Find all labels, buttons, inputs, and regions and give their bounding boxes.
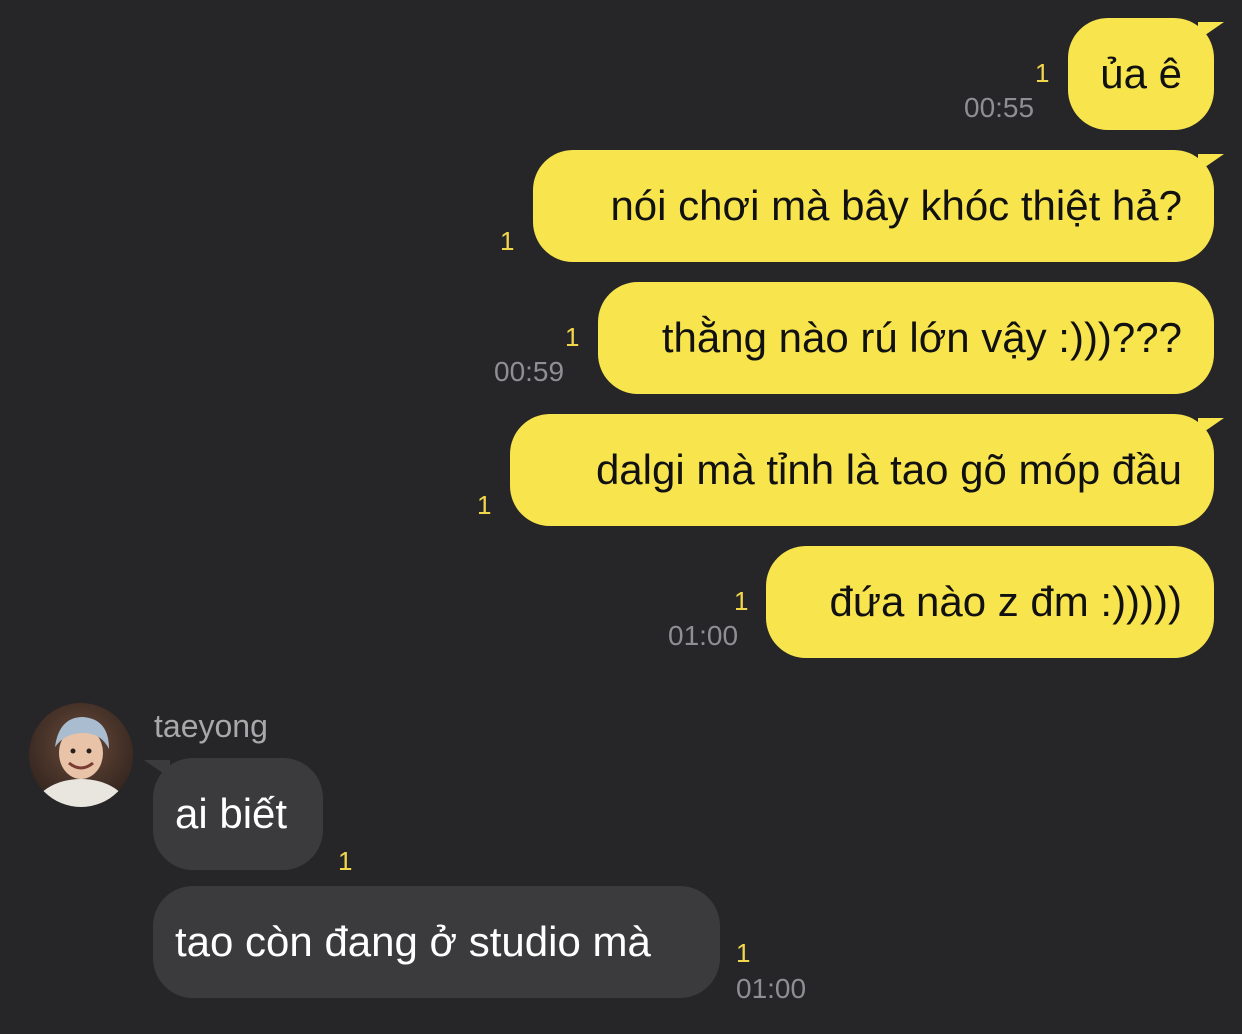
- message-bubble-sent[interactable]: ủa ê: [1068, 18, 1214, 130]
- message-time: 01:00: [668, 620, 739, 651]
- message-time: 00:59: [494, 356, 565, 387]
- message-bubble-received[interactable]: tao còn đang ở studio mà: [153, 886, 720, 998]
- sender-name: taeyong: [154, 708, 268, 744]
- message-text: ai biết: [175, 790, 288, 837]
- message-text: ủa ê: [1100, 50, 1182, 97]
- message-text: tao còn đang ở studio mà: [175, 918, 651, 965]
- unread-count: 1: [500, 226, 515, 256]
- profile-photo-icon: [29, 703, 133, 807]
- unread-count: 1: [477, 490, 492, 520]
- message-text: dalgi mà tỉnh là tao gõ móp đầu: [595, 446, 1182, 493]
- message-bubble-sent[interactable]: đứa nào z đm :))))): [766, 546, 1214, 658]
- unread-count: 1: [565, 322, 580, 352]
- unread-count: 1: [734, 586, 749, 616]
- unread-count: 1: [338, 846, 353, 876]
- avatar[interactable]: [29, 703, 133, 807]
- message-text: đứa nào z đm :))))): [829, 578, 1182, 625]
- message-bubble-sent[interactable]: nói chơi mà bây khóc thiệt hả?: [533, 150, 1214, 262]
- chat-window: ủa ê 1 00:55 nói chơi mà bây khóc thiệt …: [0, 0, 1242, 1034]
- message-text: thằng nào rú lớn vậy :)))???: [661, 314, 1182, 361]
- message-time: 01:00: [736, 973, 807, 1004]
- message-bubble-sent[interactable]: thằng nào rú lớn vậy :)))???: [598, 282, 1214, 394]
- message-bubble-received[interactable]: ai biết: [153, 758, 323, 870]
- message-time: 00:55: [964, 92, 1035, 123]
- message-bubble-sent[interactable]: dalgi mà tỉnh là tao gõ móp đầu: [510, 414, 1214, 526]
- unread-count: 1: [736, 938, 751, 968]
- unread-count: 1: [1035, 58, 1050, 88]
- message-text: nói chơi mà bây khóc thiệt hả?: [610, 182, 1182, 229]
